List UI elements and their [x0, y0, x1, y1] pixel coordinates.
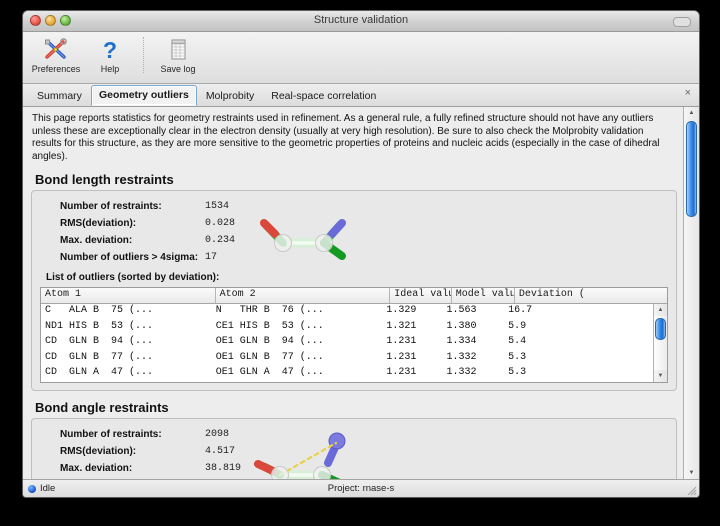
page-scroll-up-arrow-icon[interactable]: ▲ — [685, 107, 698, 119]
toolbar-button-save-log[interactable]: Save log — [151, 35, 205, 74]
cell-ideal-value: 1.231 — [382, 351, 442, 367]
bond-angle-section-title: Bond angle restraints — [35, 400, 677, 415]
cell-model-value: 1.380 — [442, 320, 504, 336]
scrollbar-track[interactable] — [654, 316, 667, 370]
table-row[interactable]: CD GLN A 47 (... OE1 GLN A 47 (... 1.231… — [41, 366, 653, 382]
column-header-model-value[interactable]: Model value — [452, 288, 515, 303]
status-project-label: Project: rnase-s — [23, 483, 699, 494]
cell-atom-2: N THR B 76 (... — [212, 304, 383, 320]
cell-atom-1: C ALA B 75 (... — [41, 304, 212, 320]
tab-summary[interactable]: Summary — [29, 86, 90, 106]
cell-deviation: 5.4 — [504, 335, 653, 351]
table-header-row: Atom 1 Atom 2 Ideal value Model value De… — [41, 288, 667, 304]
content-area: This page reports statistics for geometr… — [23, 107, 699, 479]
bond-length-list-label: List of outliers (sorted by deviation): — [46, 272, 668, 283]
column-header-atom-2[interactable]: Atom 2 — [216, 288, 391, 303]
toolbar-label-help: Help — [83, 64, 137, 74]
stat-label-number-of-outliers: Number of outliers > 4sigma: — [40, 252, 205, 263]
question-mark-icon: ? — [83, 37, 137, 63]
cell-deviation: 16.7 — [504, 304, 653, 320]
cell-deviation: 5.9 — [504, 320, 653, 336]
cell-model-value: 1.332 — [442, 366, 504, 382]
column-header-deviation[interactable]: Deviation ( — [515, 288, 667, 303]
cell-atom-1: ND1 HIS B 53 (... — [41, 320, 212, 336]
stat-label-rms-deviation: RMS(deviation): — [40, 446, 205, 457]
bond-length-section-title: Bond length restraints — [35, 172, 677, 187]
stat-value-max-deviation: 38.819 — [205, 463, 241, 474]
cell-deviation: 5.3 — [504, 351, 653, 367]
page-scrollbar-track[interactable] — [684, 119, 699, 467]
geometry-outliers-page: This page reports statistics for geometr… — [23, 107, 683, 479]
stat-label-number-of-restraints: Number of restraints: — [40, 201, 205, 212]
column-header-ideal-value[interactable]: Ideal value — [390, 288, 452, 303]
tab-molprobity[interactable]: Molprobity — [198, 86, 262, 106]
page-description: This page reports statistics for geometr… — [32, 113, 675, 163]
bond-angle-panel: Number of restraints: 2098 RMS(deviation… — [31, 418, 677, 479]
bond-angle-molecule-image — [250, 427, 368, 479]
table-row[interactable]: CD GLN B 77 (... OE1 GLN B 77 (... 1.231… — [41, 351, 653, 367]
save-log-document-icon — [151, 37, 205, 63]
tab-geometry-outliers[interactable]: Geometry outliers — [91, 85, 197, 106]
page-vertical-scrollbar[interactable]: ▲ ▼ — [683, 107, 699, 479]
cell-atom-1: CD GLN B 94 (... — [41, 335, 212, 351]
bond-length-molecule-image — [250, 199, 368, 265]
cell-model-value: 1.332 — [442, 351, 504, 367]
toolbar-label-preferences: Preferences — [29, 64, 83, 74]
toolbar-button-help[interactable]: ? Help — [83, 35, 137, 74]
page-scrollbar-thumb[interactable] — [686, 121, 697, 217]
toolbar-separator — [143, 37, 145, 73]
table-row[interactable]: C ALA B 75 (... N THR B 76 (... 1.329 1.… — [41, 304, 653, 320]
stat-value-number-of-restraints: 2098 — [205, 429, 229, 440]
scrollbar-thumb[interactable] — [655, 318, 666, 340]
tab-bar: Summary Geometry outliers Molprobity Rea… — [23, 84, 699, 107]
toolbar-button-preferences[interactable]: Preferences — [29, 35, 83, 74]
stat-value-rms-deviation: 0.028 — [205, 218, 235, 229]
cell-atom-1: CD GLN B 77 (... — [41, 351, 212, 367]
cell-atom-2: CE1 HIS B 53 (... — [212, 320, 383, 336]
table-row[interactable]: ND1 HIS B 53 (... CE1 HIS B 53 (... 1.32… — [41, 320, 653, 336]
table-body-wrapper: C ALA B 75 (... N THR B 76 (... 1.329 1.… — [41, 304, 667, 382]
cell-ideal-value: 1.321 — [382, 320, 442, 336]
cell-atom-2: OE1 GLN B 94 (... — [212, 335, 383, 351]
toolbar-label-save-log: Save log — [151, 64, 205, 74]
scroll-down-arrow-icon[interactable]: ▼ — [654, 370, 667, 382]
cell-deviation: 5.3 — [504, 366, 653, 382]
tab-real-space-correlation[interactable]: Real-space correlation — [263, 86, 384, 106]
cell-atom-2: OE1 GLN B 77 (... — [212, 351, 383, 367]
cell-atom-2: OE1 GLN A 47 (... — [212, 366, 383, 382]
bond-length-panel: Number of restraints: 1534 RMS(deviation… — [31, 190, 677, 391]
toolbar-toggle-button[interactable] — [673, 17, 691, 27]
close-tab-icon[interactable]: × — [685, 88, 691, 99]
page-scroll-down-arrow-icon[interactable]: ▼ — [685, 467, 698, 479]
stat-label-rms-deviation: RMS(deviation): — [40, 218, 205, 229]
table-body: C ALA B 75 (... N THR B 76 (... 1.329 1.… — [41, 304, 653, 382]
application-window: Structure validation Preferen — [22, 10, 700, 498]
table-row[interactable]: CD GLN B 94 (... OE1 GLN B 94 (... 1.231… — [41, 335, 653, 351]
cell-atom-1: CD GLN A 47 (... — [41, 366, 212, 382]
svg-text:?: ? — [103, 38, 117, 62]
stat-value-max-deviation: 0.234 — [205, 235, 235, 246]
cell-model-value: 1.563 — [442, 304, 504, 320]
stat-label-max-deviation: Max. deviation: — [40, 463, 205, 474]
stat-label-number-of-restraints: Number of restraints: — [40, 429, 205, 440]
title-bar: Structure validation — [23, 11, 699, 32]
stat-value-rms-deviation: 4.517 — [205, 446, 235, 457]
stat-value-number-of-outliers: 17 — [205, 252, 217, 263]
cell-ideal-value: 1.329 — [382, 304, 442, 320]
column-header-atom-1[interactable]: Atom 1 — [41, 288, 216, 303]
scroll-up-arrow-icon[interactable]: ▲ — [654, 304, 667, 316]
window-title: Structure validation — [23, 14, 699, 26]
stat-label-max-deviation: Max. deviation: — [40, 235, 205, 246]
cell-ideal-value: 1.231 — [382, 366, 442, 382]
cell-model-value: 1.334 — [442, 335, 504, 351]
preferences-tools-icon — [29, 37, 83, 63]
table-vertical-scrollbar[interactable]: ▲ ▼ — [653, 304, 667, 382]
cell-ideal-value: 1.231 — [382, 335, 442, 351]
stat-value-number-of-restraints: 1534 — [205, 201, 229, 212]
resize-grip-icon[interactable] — [685, 484, 697, 496]
status-bar: Idle Project: rnase-s — [23, 479, 699, 497]
bond-length-outliers-table[interactable]: Atom 1 Atom 2 Ideal value Model value De… — [40, 287, 668, 383]
toolbar: Preferences ? Help — [23, 32, 699, 84]
